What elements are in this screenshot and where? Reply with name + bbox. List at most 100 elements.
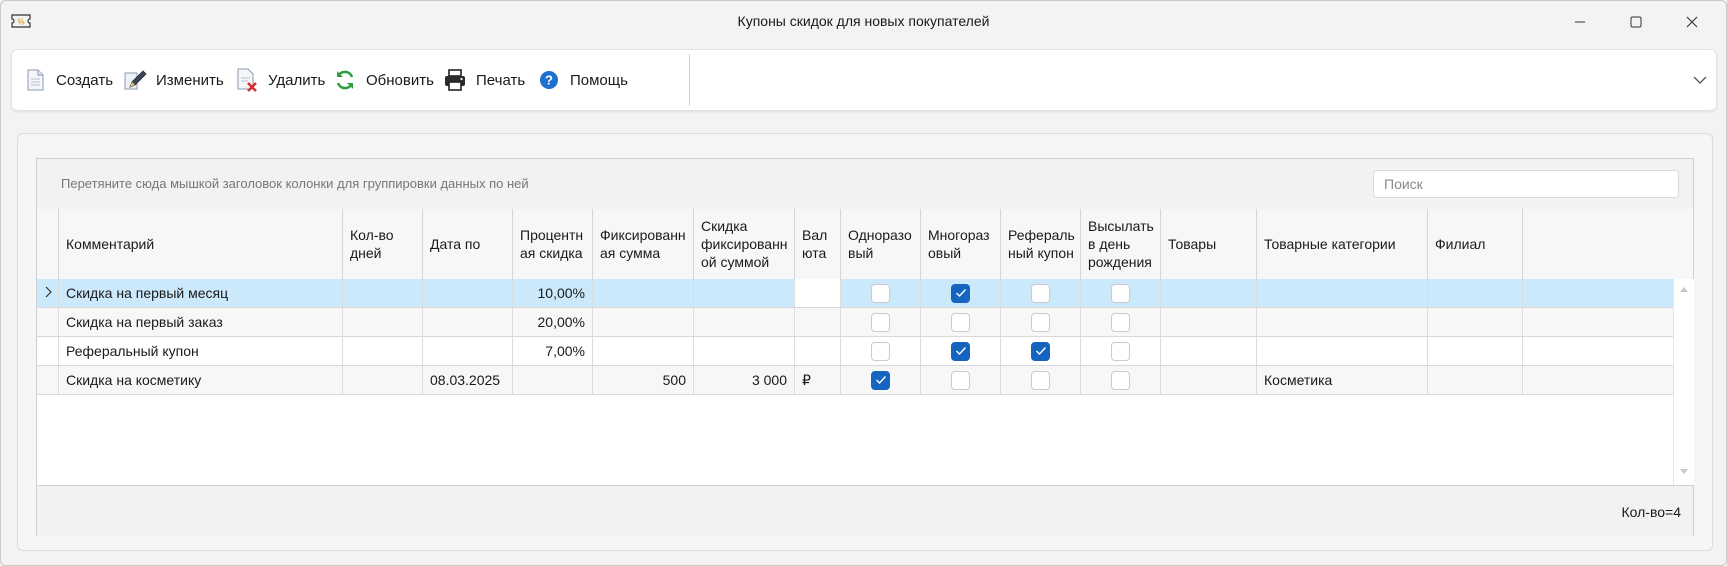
cell-branch[interactable] [1428,279,1523,307]
edit-button[interactable]: Изменить [122,50,224,110]
app-window: % Купоны скидок для новых покупателей Со… [0,0,1727,566]
column-header-comment[interactable]: Комментарий [59,209,343,279]
birthday-checkbox[interactable] [1111,341,1130,361]
cell-multi-use [921,337,1001,365]
column-header-birthday[interactable]: Высылать в день рождения [1081,209,1161,279]
birthday-checkbox[interactable] [1111,370,1130,390]
maximize-button[interactable] [1613,5,1659,39]
toolbar: Создать Изменить Удалить Обновить Печать… [11,49,1717,111]
column-header-fixed-discount[interactable]: Скидка фиксированн ой суммой [694,209,795,279]
column-header-referral[interactable]: Рефераль ный купон [1001,209,1081,279]
table-row[interactable]: Реферальный купон 7,00% [37,337,1673,366]
vertical-scrollbar[interactable] [1673,279,1694,485]
cell-currency[interactable]: ₽ [795,366,841,394]
column-header-percent[interactable]: Процентн ая скидка [513,209,593,279]
help-button[interactable]: ? Помощь [536,50,628,110]
cell-percent[interactable]: 7,00% [513,337,593,365]
cell-goods[interactable] [1161,279,1257,307]
minimize-button[interactable] [1557,5,1603,39]
single-use-checkbox[interactable] [871,370,890,390]
cell-comment[interactable]: Скидка на первый заказ [59,308,343,336]
row-indicator[interactable] [37,308,59,336]
referral-checkbox[interactable] [1031,312,1050,332]
cell-days[interactable] [343,337,423,365]
multi-use-checkbox[interactable] [951,341,970,361]
table-row[interactable]: Скидка на косметику 08.03.2025 500 3 000 ₽ Ко… [37,366,1673,395]
single-use-checkbox[interactable] [871,312,890,332]
cell-fixed-sum[interactable] [593,279,694,307]
cell-fixed-sum[interactable]: 500 [593,366,694,394]
column-header-currency[interactable]: Вал юта [795,209,841,279]
column-header-multi-use[interactable]: Многораз овый [921,209,1001,279]
search-input[interactable] [1373,170,1679,198]
column-header-days[interactable]: Кол-во дней [343,209,423,279]
cell-goods[interactable] [1161,308,1257,336]
close-button[interactable] [1669,5,1715,39]
cell-branch[interactable] [1428,308,1523,336]
cell-categories[interactable] [1257,279,1428,307]
multi-use-checkbox[interactable] [951,370,970,390]
single-use-checkbox[interactable] [871,283,890,303]
birthday-checkbox[interactable] [1111,283,1130,303]
row-indicator[interactable] [37,366,59,394]
refresh-button[interactable]: Обновить [332,50,434,110]
cell-date-to[interactable] [423,279,513,307]
cell-fixed-sum[interactable] [593,337,694,365]
create-button[interactable]: Создать [22,50,113,110]
cell-fixed-discount[interactable] [694,308,795,336]
birthday-checkbox[interactable] [1111,312,1130,332]
chevron-right-icon [43,285,53,301]
cell-categories[interactable] [1257,308,1428,336]
cell-days[interactable] [343,279,423,307]
cell-referral [1001,279,1081,307]
delete-button[interactable]: Удалить [234,50,325,110]
cell-fixed-sum[interactable] [593,308,694,336]
column-header-single-use[interactable]: Одноразо вый [841,209,921,279]
single-use-checkbox[interactable] [871,341,890,361]
multi-use-checkbox[interactable] [951,312,970,332]
cell-fixed-discount[interactable]: 3 000 [694,366,795,394]
column-header-branch[interactable]: Филиал [1428,209,1523,279]
cell-days[interactable] [343,308,423,336]
cell-fixed-discount[interactable] [694,279,795,307]
print-button[interactable]: Печать [442,50,525,110]
table-row[interactable]: Скидка на первый заказ 20,00% [37,308,1673,337]
referral-checkbox[interactable] [1031,370,1050,390]
table-row[interactable]: Скидка на первый месяц 10,00% [37,279,1673,308]
cell-currency[interactable] [795,337,841,365]
column-header-label: Высылать [1088,218,1154,234]
cell-currency[interactable] [795,279,841,307]
help-icon: ? [536,67,562,93]
column-header-goods[interactable]: Товары [1161,209,1257,279]
cell-comment[interactable]: Реферальный купон [59,337,343,365]
column-header-date-to[interactable]: Дата по [423,209,513,279]
referral-checkbox[interactable] [1031,341,1050,361]
cell-comment[interactable]: Скидка на первый месяц [59,279,343,307]
cell-currency[interactable] [795,308,841,336]
multi-use-checkbox[interactable] [951,283,970,303]
column-header-label: Процентн [520,227,584,243]
row-indicator[interactable] [37,337,59,365]
chevron-down-icon[interactable] [1690,72,1710,88]
cell-days[interactable] [343,366,423,394]
column-header-fixed-sum[interactable]: Фиксированн ая сумма [593,209,694,279]
cell-date-to[interactable] [423,308,513,336]
group-panel[interactable]: Перетяните сюда мышкой заголовок колонки… [37,159,1693,210]
cell-percent[interactable]: 20,00% [513,308,593,336]
cell-percent[interactable]: 10,00% [513,279,593,307]
column-header-label: ой суммой [701,254,770,270]
referral-checkbox[interactable] [1031,283,1050,303]
column-header-categories[interactable]: Товарные категории [1257,209,1428,279]
cell-comment[interactable]: Скидка на косметику [59,366,343,394]
cell-branch[interactable] [1428,366,1523,394]
cell-goods[interactable] [1161,337,1257,365]
cell-categories[interactable] [1257,337,1428,365]
cell-fixed-discount[interactable] [694,337,795,365]
row-indicator[interactable] [37,279,59,307]
cell-date-to[interactable]: 08.03.2025 [423,366,513,394]
cell-date-to[interactable] [423,337,513,365]
cell-percent[interactable] [513,366,593,394]
cell-categories[interactable]: Косметика [1257,366,1428,394]
cell-goods[interactable] [1161,366,1257,394]
cell-branch[interactable] [1428,337,1523,365]
